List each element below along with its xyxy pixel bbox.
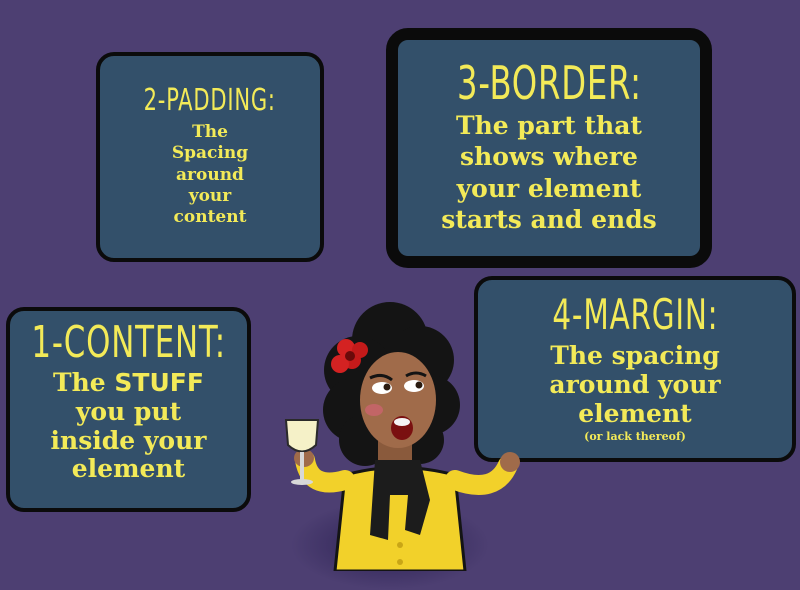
character-illustration	[284, 302, 520, 571]
border-line-1: The part that	[456, 111, 642, 140]
padding-line-1: The	[192, 122, 228, 142]
content-stuff-word: STUFF	[114, 368, 204, 397]
padding-line-2: Spacing	[171, 143, 249, 164]
padding-card: 2-PADDING: The Spacing around your conte…	[96, 52, 324, 262]
padding-title: 2-PADDING:	[143, 83, 277, 118]
right-arm	[445, 455, 518, 495]
padding-line-3: around	[176, 164, 244, 185]
margin-title: 4-MARGIN:	[552, 290, 718, 339]
margin-note: (or lack thereof)	[584, 430, 686, 444]
border-description: The part that shows where your element s…	[441, 110, 657, 235]
border-line-2: shows where	[460, 142, 638, 172]
border-card: 3-BORDER: The part that shows where your…	[386, 28, 712, 268]
margin-line-2: around your	[549, 369, 721, 399]
margin-line-1: The spacing	[550, 341, 720, 370]
content-line-4: element	[71, 454, 186, 484]
margin-description: The spacing around your element	[549, 341, 721, 428]
content-title: 1-CONTENT:	[31, 317, 226, 368]
content-line-3: inside your	[50, 425, 207, 455]
content-card: 1-CONTENT: The STUFF you put inside your…	[6, 307, 251, 512]
content-line-1: The	[53, 368, 115, 397]
margin-line-3: element	[578, 398, 692, 428]
padding-line-5: content	[173, 207, 247, 227]
content-line-2: you put	[75, 396, 182, 426]
content-description: The STUFF you put inside your element	[50, 368, 207, 484]
padding-description: The Spacing around your content	[172, 122, 248, 228]
border-line-4: starts and ends	[441, 204, 657, 234]
border-line-3: your element	[456, 173, 642, 203]
border-title: 3-BORDER:	[456, 56, 642, 110]
padding-line-4: your	[188, 185, 232, 206]
